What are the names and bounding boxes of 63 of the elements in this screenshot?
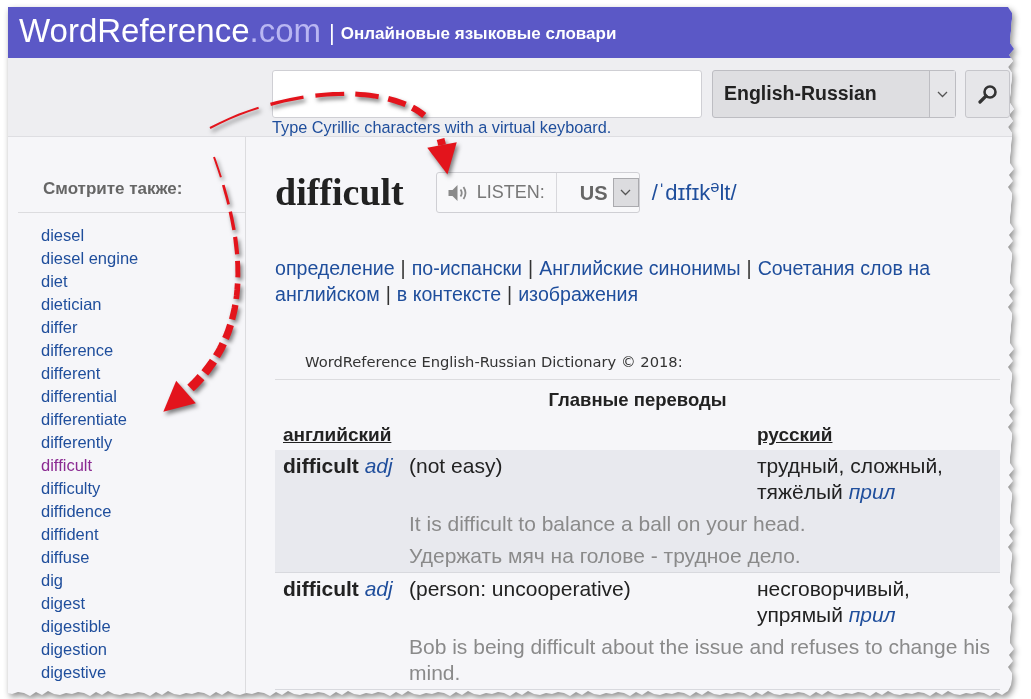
sidebar-link[interactable]: diesel engine xyxy=(41,247,139,270)
sidebar-link[interactable]: different xyxy=(41,362,101,385)
sidebar-link[interactable]: digest xyxy=(41,592,86,615)
accent-select[interactable]: US xyxy=(556,173,639,212)
related-link[interactable]: по-испански xyxy=(411,255,523,281)
term: difficult xyxy=(283,454,359,477)
related-link[interactable]: Английские синонимы xyxy=(539,255,741,281)
sidebar-link[interactable]: difference xyxy=(41,339,114,362)
sidebar-link[interactable]: digestion xyxy=(41,638,108,661)
search-button[interactable] xyxy=(965,70,1010,118)
search-field[interactable] xyxy=(272,70,702,118)
link-separator: | xyxy=(385,282,391,307)
part-of-speech: adj xyxy=(364,577,393,600)
sidebar-link[interactable]: digestible xyxy=(41,615,111,638)
sense-note: (not easy) xyxy=(409,454,503,477)
listen-button[interactable]: LISTEN: xyxy=(436,173,557,212)
sidebar-link[interactable]: diet xyxy=(41,270,68,293)
related-link[interactable]: английском xyxy=(275,281,380,307)
sidebar-link[interactable]: dig xyxy=(41,569,64,592)
sidebar-link[interactable]: differentiate xyxy=(41,408,127,431)
sense-note: (person: uncooperative) xyxy=(409,577,631,600)
caret-icon xyxy=(620,189,632,196)
sidebar-link[interactable]: diffidence xyxy=(41,500,112,523)
related-link[interactable]: Сочетания слов на xyxy=(757,255,931,281)
caret-icon xyxy=(937,90,948,98)
part-of-speech: adj xyxy=(364,454,393,477)
related-link[interactable]: в контексте xyxy=(396,281,502,307)
section-title: Главные переводы xyxy=(548,388,727,412)
example-sentence: Bob is being difficult about the issue and refuses to change his mind. xyxy=(409,634,991,686)
related-link[interactable]: определение xyxy=(275,255,395,281)
translation: трудный, сложный, тяжёлый прил xyxy=(757,453,944,505)
search-icon xyxy=(977,84,998,104)
sidebar-link[interactable]: dietician xyxy=(41,293,102,316)
keyboard-link[interactable]: Type Cyrillic characters with a virtual keyboard. xyxy=(272,118,612,136)
pronunciation: /ˈdɪfɪk$^{ə}$lt/ xyxy=(651,176,737,207)
link-separator: | xyxy=(528,256,534,281)
header-separator: | xyxy=(329,19,335,46)
speaker-icon xyxy=(447,183,469,202)
site-tagline: Онлайновые языковые словари xyxy=(340,22,617,45)
translation: несговорчивый, упрямый прил xyxy=(757,576,911,628)
related-link[interactable]: изображения xyxy=(518,281,639,307)
link-separator: | xyxy=(400,256,406,281)
sidebar-link[interactable]: diesel xyxy=(41,224,85,247)
sidebar-title: Смотрите также: xyxy=(43,179,183,198)
sidebar-link[interactable]: differential xyxy=(41,385,117,408)
sidebar-link[interactable]: difficulty xyxy=(41,477,101,500)
column-header: английский xyxy=(283,424,392,445)
sidebar-link[interactable]: diffident xyxy=(41,523,99,546)
sidebar-link[interactable]: differently xyxy=(41,431,113,454)
sidebar-link[interactable]: diffuse xyxy=(41,546,90,569)
term: difficult xyxy=(283,577,359,600)
dictionary-select[interactable]: English-Russian xyxy=(712,70,956,118)
example-sentence: Удержать мяч на голове - трудное дело. xyxy=(409,543,802,569)
example-sentence: It is difficult to balance a ball on your head. xyxy=(409,511,807,537)
sidebar-link[interactable]: difficult xyxy=(41,454,93,477)
sidebar-link[interactable]: digestive xyxy=(41,661,107,684)
column-header: русский xyxy=(757,424,833,445)
dictionary-title: WordReference English-Russian Dictionary © 2018: xyxy=(305,353,683,370)
sidebar-link[interactable]: differ xyxy=(41,316,78,339)
site-logo[interactable]: WordReference.com xyxy=(19,12,322,49)
link-separator: | xyxy=(507,282,513,307)
link-separator: | xyxy=(746,256,752,281)
headword: difficult xyxy=(275,172,404,213)
